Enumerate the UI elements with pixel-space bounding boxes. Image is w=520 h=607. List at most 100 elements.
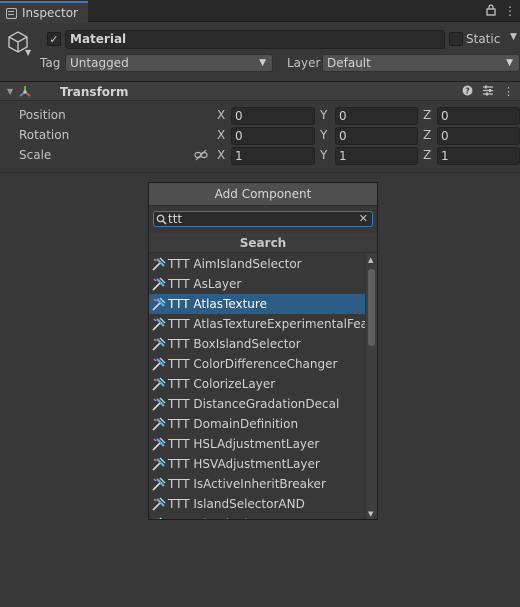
component-list-item-label: TTT AtlasTextureExperimentalFeature — [168, 317, 365, 331]
component-list-item[interactable]: TTT AsLayer — [149, 274, 365, 294]
search-value: ttt — [168, 212, 183, 226]
rotation-y-field[interactable]: 0 — [335, 127, 418, 145]
rotation-label: Rotation — [19, 128, 70, 142]
position-y-field[interactable]: 0 — [335, 107, 418, 125]
texture-tool-icon — [151, 456, 167, 472]
transform-icon — [17, 84, 33, 100]
active-checkbox[interactable]: ✓ — [47, 32, 61, 46]
component-search-input[interactable]: ttt ✕ — [153, 211, 373, 227]
texture-tool-icon — [151, 496, 167, 512]
transform-title: Transform — [60, 85, 129, 99]
scale-y-field[interactable]: 1 — [335, 147, 418, 165]
scale-x-label[interactable]: X — [217, 148, 225, 162]
divider — [0, 172, 520, 173]
component-list-item[interactable]: TTT HSVAdjustmentLayer — [149, 454, 365, 474]
component-list-item-label: TTT DistanceGradationDecal — [168, 397, 340, 411]
svg-text:?: ? — [465, 87, 470, 96]
clear-search-icon[interactable]: ✕ — [359, 212, 368, 226]
static-label: Static — [466, 32, 501, 46]
texture-tool-icon — [151, 376, 167, 392]
texture-tool-icon — [151, 256, 167, 272]
position-z-field[interactable]: 0 — [437, 107, 520, 125]
texture-tool-icon — [151, 476, 167, 492]
component-list-item-label: TTT BoxIslandSelector — [168, 337, 301, 351]
position-x-label[interactable]: X — [217, 108, 225, 122]
static-checkbox[interactable] — [449, 32, 463, 46]
layer-label: Layer — [287, 56, 321, 70]
component-list-item-label: TTT IsActiveInheritBreaker — [168, 477, 326, 491]
position-y-label[interactable]: Y — [320, 108, 327, 122]
component-list-item[interactable]: TTT ColorDifferenceChanger — [149, 354, 365, 374]
component-list-item[interactable]: TTT HSLAdjustmentLayer — [149, 434, 365, 454]
texture-tool-icon — [151, 516, 167, 519]
scale-z-label[interactable]: Z — [423, 148, 431, 162]
tab-inspector[interactable]: Inspector — [0, 1, 88, 23]
rotation-x-field[interactable]: 0 — [231, 127, 315, 145]
layer-dropdown[interactable]: Default ▼ — [322, 54, 520, 72]
search-section-title: Search — [149, 233, 377, 253]
list-scrollbar[interactable]: ▲ ▼ — [365, 254, 377, 519]
position-label: Position — [19, 108, 66, 122]
texture-tool-icon — [151, 276, 167, 292]
texture-tool-icon — [151, 316, 167, 332]
component-list-item[interactable]: TTT IsActiveInheritBreaker — [149, 474, 365, 494]
component-list-item[interactable]: TTT AtlasTextureExperimentalFeature — [149, 314, 365, 334]
tag-label: Tag — [40, 56, 61, 70]
foldout-arrow-icon[interactable]: ▼ — [7, 87, 13, 96]
scale-label: Scale — [19, 148, 52, 162]
transform-header[interactable]: ▼ Transform ? ⋮ — [0, 81, 520, 101]
scale-z-field[interactable]: 1 — [437, 147, 520, 165]
help-icon[interactable]: ? — [462, 85, 473, 99]
add-component-popup: Add Component ttt ✕ Search TTT AimIsland… — [148, 182, 378, 520]
component-list-item-label: TTT AtlasTexture — [168, 297, 267, 311]
tag-value: Untagged — [70, 56, 129, 70]
component-list-item-label: TTT DomainDefinition — [168, 417, 299, 431]
scroll-up-icon[interactable]: ▲ — [368, 256, 373, 264]
texture-tool-icon — [151, 336, 167, 352]
texture-tool-icon — [151, 396, 167, 412]
component-list-item[interactable]: TTT DomainDefinition — [149, 414, 365, 434]
more-options-icon[interactable]: ⋮ — [504, 4, 516, 19]
static-dropdown-arrow-icon[interactable]: ▼ — [510, 32, 517, 42]
icon-dropdown-arrow-icon[interactable]: ▼ — [25, 48, 31, 57]
inspector-icon — [6, 7, 17, 19]
search-icon — [156, 214, 167, 225]
component-list-item[interactable]: TTT AtlasTexture — [149, 294, 365, 314]
rotation-y-label[interactable]: Y — [320, 128, 327, 142]
component-list-item-label: TTT AsLayer — [168, 277, 242, 291]
scroll-down-icon[interactable]: ▼ — [368, 510, 373, 518]
more-options-icon[interactable]: ⋮ — [503, 85, 514, 99]
scale-y-label[interactable]: Y — [320, 148, 327, 162]
constrain-proportions-link-icon[interactable] — [194, 149, 208, 161]
texture-tool-icon — [151, 436, 167, 452]
scale-x-field[interactable]: 1 — [231, 147, 315, 165]
component-list-item[interactable]: TTT IslandSelectorNOT — [149, 514, 365, 519]
rotation-z-label[interactable]: Z — [423, 128, 431, 142]
chevron-down-icon: ▼ — [506, 58, 513, 68]
tag-dropdown[interactable]: Untagged ▼ — [65, 54, 273, 72]
component-list-item[interactable]: TTT AimIslandSelector — [149, 254, 365, 274]
component-list-item-label: TTT IslandSelectorAND — [168, 497, 305, 511]
component-list-item-label: TTT IslandSelectorNOT — [168, 517, 304, 519]
component-list-item[interactable]: TTT DistanceGradationDecal — [149, 394, 365, 414]
rotation-x-label[interactable]: X — [217, 128, 225, 142]
preset-icon[interactable] — [482, 85, 494, 99]
tab-label: Inspector — [22, 6, 78, 20]
rotation-z-field[interactable]: 0 — [437, 127, 520, 145]
scrollbar-thumb[interactable] — [368, 269, 375, 346]
component-list: TTT AimIslandSelector TTT AsLayer TTT Atla… — [149, 254, 365, 519]
tab-bar: Inspector ⋮ — [0, 0, 520, 23]
lock-icon[interactable] — [486, 4, 496, 19]
texture-tool-icon — [151, 356, 167, 372]
texture-tool-icon — [151, 416, 167, 432]
component-list-item-label: TTT HSVAdjustmentLayer — [168, 457, 320, 471]
chevron-down-icon: ▼ — [259, 58, 266, 68]
position-z-label[interactable]: Z — [423, 108, 431, 122]
component-list-item-label: TTT ColorizeLayer — [168, 377, 276, 391]
component-list-item[interactable]: TTT IslandSelectorAND — [149, 494, 365, 514]
object-name-field[interactable]: Material — [65, 30, 445, 49]
component-list-item[interactable]: TTT BoxIslandSelector — [149, 334, 365, 354]
position-x-field[interactable]: 0 — [231, 107, 315, 125]
component-list-item[interactable]: TTT ColorizeLayer — [149, 374, 365, 394]
add-component-title: Add Component — [149, 183, 377, 206]
